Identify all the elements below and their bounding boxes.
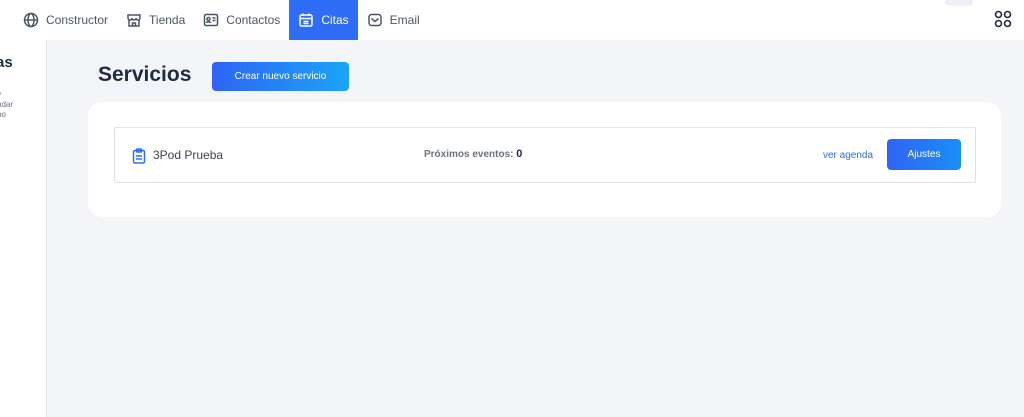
view-agenda-link[interactable]: ver agenda (823, 150, 873, 161)
calendar-icon (299, 13, 314, 27)
sidebar-description-line: ndar (0, 100, 14, 109)
services-panel: 3Pod Prueba Próximos eventos: 0 ver agen… (88, 102, 1001, 217)
sidebar: as y ndar po (0, 40, 47, 417)
sidebar-description-line: y (0, 90, 13, 100)
service-name: 3Pod Prueba (153, 148, 224, 162)
upcoming-events-count: 0 (516, 148, 523, 160)
service-row: 3Pod Prueba Próximos eventos: 0 ver agen… (114, 127, 976, 183)
globe-icon (23, 12, 39, 28)
create-service-button[interactable]: Crear nuevo servicio (212, 62, 349, 91)
nav-item-tienda[interactable]: Tienda (117, 0, 194, 40)
nav-item-email[interactable]: Email (358, 0, 429, 40)
corner-tab (945, 0, 973, 6)
nav-item-label: Tienda (149, 13, 186, 27)
nav-item-contactos[interactable]: Contactos (194, 0, 289, 40)
clipboard-icon (132, 148, 146, 164)
nav-item-constructor[interactable]: Constructor (14, 0, 117, 40)
nav-item-label: Citas (321, 13, 349, 27)
upcoming-events: Próximos eventos: 0 (424, 148, 522, 160)
page-title: Servicios (98, 63, 192, 86)
settings-button[interactable]: Ajustes (887, 139, 961, 170)
contact-card-icon (204, 13, 219, 27)
main-nav: Constructor Tienda Contactos Citas Email (14, 0, 429, 40)
sidebar-description: y ndar po (0, 90, 13, 120)
apps-grid-icon[interactable] (994, 10, 1012, 28)
sidebar-title: as (0, 54, 13, 71)
sidebar-description-line: po (0, 110, 6, 119)
nav-item-label: Contactos (226, 13, 281, 27)
nav-item-label: Email (389, 13, 420, 27)
nav-item-citas[interactable]: Citas (289, 0, 358, 40)
mail-icon (367, 13, 382, 27)
upcoming-events-label: Próximos eventos: (424, 149, 514, 160)
nav-item-label: Constructor (46, 13, 109, 27)
top-navigation-bar: Constructor Tienda Contactos Citas Email (0, 0, 1024, 40)
store-icon (127, 14, 141, 27)
